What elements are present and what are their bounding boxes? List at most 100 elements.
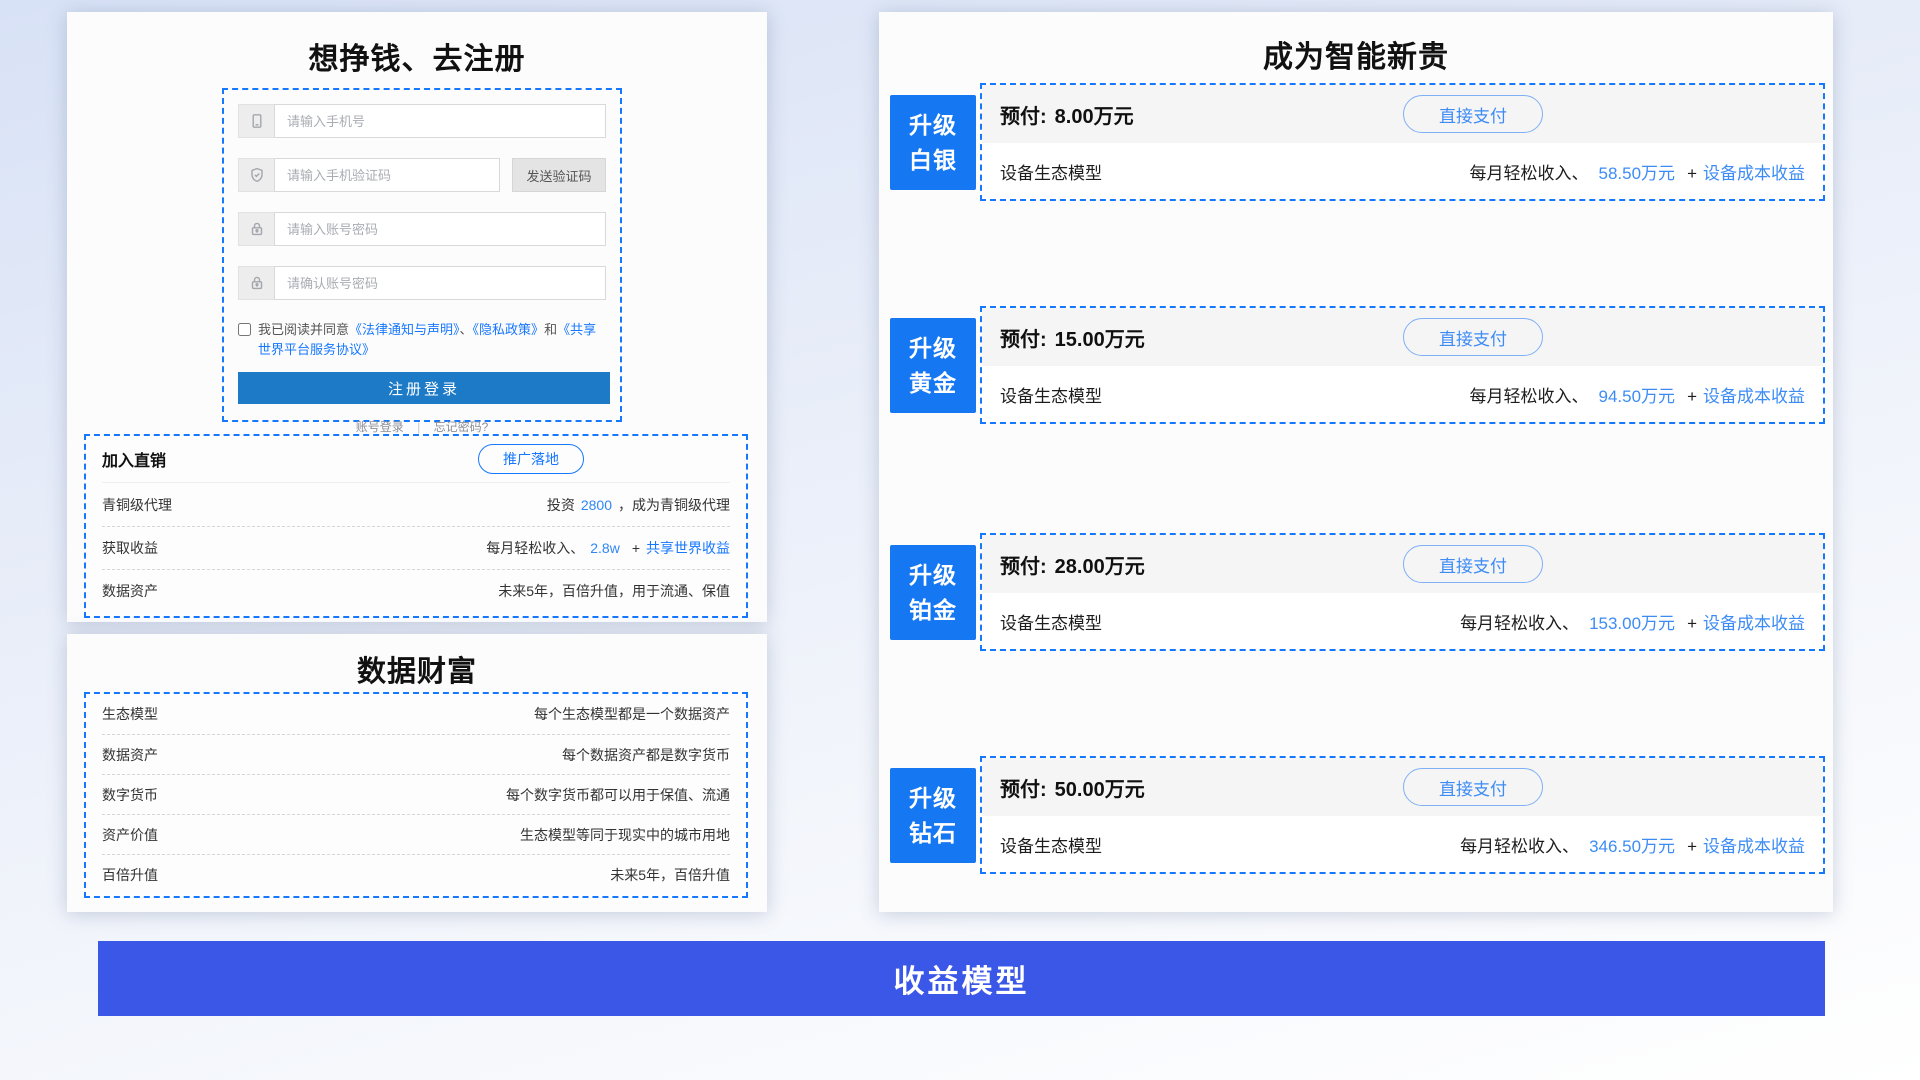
income-prefix: 每月轻松收入、 [1470,164,1589,183]
table-row: 数据资产 每个数据资产都是数字货币 [102,734,730,774]
promo-landing-button[interactable]: 推广落地 [478,444,584,474]
upgrade-card: 成为智能新贵 升级 白银 预付:8.00万元 直接支付 设备生态模型 每月轻松收… [879,12,1833,912]
legal-notice-link[interactable]: 《法律通知与声明》 [349,322,460,337]
table-row: 生态模型 每个生态模型都是一个数据资产 [102,694,730,734]
value-plus: + [632,540,640,556]
income-amount: 346.50万元 [1589,837,1675,856]
register-submit-button[interactable]: 注册登录 [238,372,610,404]
model-label: 设备生态模型 [1000,159,1102,184]
prepay-text: 预付:28.00万元 [1000,550,1145,579]
value-text: 投资 [547,497,575,513]
income-plus: + [1687,387,1697,406]
income-prefix: 每月轻松收入、 [1460,614,1579,633]
tier-badge: 升级 钻石 [890,768,976,863]
badge-line: 白银 [909,143,957,178]
income-amount: 58.50万元 [1599,164,1676,183]
prepay-amount: 50.00万元 [1055,779,1145,801]
direct-sales-row: 青铜级代理 投资2800，成为青铜级代理 [102,483,730,526]
banner-label: 收益模型 [894,956,1030,1001]
value-number: 2.8w [590,540,620,556]
device-cost-income-link[interactable]: 设备成本收益 [1703,837,1805,856]
tier-income-row: 设备生态模型 每月轻松收入、346.50万元+设备成本收益 [982,816,1823,872]
password-input[interactable] [274,212,606,246]
confirm-password-input[interactable] [274,266,606,300]
password-input-row [238,212,606,246]
send-code-button[interactable]: 发送验证码 [512,158,606,192]
value-number: 2800 [581,497,612,513]
direct-sales-header: 加入直销 推广落地 [102,436,730,483]
income-plus: + [1687,837,1697,856]
badge-line: 升级 [909,558,957,593]
income-text: 每月轻松收入、153.00万元+设备成本收益 [1460,609,1805,634]
forgot-password-link[interactable]: 忘记密码? [434,420,489,434]
direct-sales-title: 加入直销 [102,447,166,471]
register-sub-links: 账号登录 | 忘记密码? [238,418,606,435]
device-cost-income-link[interactable]: 设备成本收益 [1703,614,1805,633]
row-label: 资产价值 [102,825,158,845]
direct-pay-button[interactable]: 直接支付 [1403,545,1543,583]
direct-pay-button[interactable]: 直接支付 [1403,768,1543,806]
badge-line: 升级 [909,781,957,816]
lock-icon [238,266,274,300]
tier-diamond: 升级 钻石 预付:50.00万元 直接支付 设备生态模型 每月轻松收入、346.… [879,756,1833,874]
prepay-text: 预付: 50.00万元 [1000,773,1145,802]
agreement-checkbox[interactable] [238,323,251,336]
device-cost-income-link[interactable]: 设备成本收益 [1703,387,1805,406]
privacy-policy-link[interactable]: 《隐私政策》 [473,322,545,337]
agreement-sep: 、 [460,322,473,337]
code-input[interactable] [274,158,500,192]
tier-content: 预付:50.00万元 直接支付 设备生态模型 每月轻松收入、346.50万元+设… [980,756,1825,874]
shield-check-icon [238,158,274,192]
register-title: 想挣钱、去注册 [67,12,767,78]
account-login-link[interactable]: 账号登录 [356,420,404,434]
row-label: 数据资产 [102,745,158,765]
direct-pay-button[interactable]: 直接支付 [1403,318,1543,356]
agreement-prefix: 我已阅读并同意 [258,322,349,337]
prepay-text: 预付:8.00万元 [1000,100,1134,129]
tier-gold: 升级 黄金 预付: 15.00万元 直接支付 设备生态模型 每月轻松收入、 94.5… [879,306,1833,424]
data-wealth-card: 数据财富 生态模型 每个生态模型都是一个数据资产 数据资产 每个数据资产都是数字… [67,634,767,912]
income-text: 每月轻松收入、346.50万元+设备成本收益 [1460,832,1805,857]
device-cost-income-link[interactable]: 设备成本收益 [1703,164,1805,183]
tier-income-row: 设备生态模型 每月轻松收入、 58.50万元 + 设备成本收益 [982,143,1823,199]
prepay-amount: 28.00万元 [1055,556,1145,578]
prepay-label: 预付: [1000,106,1047,128]
agreement-row: 我已阅读并同意《法律通知与声明》、《隐私政策》和《共享世界平台服务协议》 [238,320,606,360]
shared-world-income-link[interactable]: 共享世界收益 [646,540,730,556]
row-value: 投资2800，成为青铜级代理 [547,495,730,515]
confirm-password-input-row [238,266,606,300]
model-label: 设备生态模型 [1000,382,1102,407]
row-value: 未来5年，百倍升值，用于流通、保值 [498,581,730,601]
badge-line: 升级 [909,108,957,143]
prepay-label: 预付: [1000,329,1047,351]
tier-badge: 升级 白银 [890,95,976,190]
agreement-text: 我已阅读并同意《法律通知与声明》、《隐私政策》和《共享世界平台服务协议》 [258,320,606,360]
row-value: 生态模型等同于现实中的城市用地 [520,825,730,845]
prepay-amount: 15.00万元 [1055,329,1145,351]
tier-income-row: 设备生态模型 每月轻松收入、 94.50万元 + 设备成本收益 [982,366,1823,422]
upgrade-title: 成为智能新贵 [879,12,1833,76]
income-prefix: 每月轻松收入、 [1470,387,1589,406]
tier-badge: 升级 黄金 [890,318,976,413]
income-amount: 94.50万元 [1599,387,1676,406]
value-text: 未来5年，百倍升值，用于流通、保值 [498,583,730,599]
tier-silver: 升级 白银 预付:8.00万元 直接支付 设备生态模型 每月轻松收入、 58.50… [879,83,1833,201]
phone-input[interactable] [274,104,606,138]
code-input-row: 发送验证码 [238,158,606,192]
tier-prepay-row: 预付:28.00万元 直接支付 [982,535,1823,593]
row-label: 数字货币 [102,785,158,805]
direct-pay-button[interactable]: 直接支付 [1403,95,1543,133]
register-card: 想挣钱、去注册 发送验证码 [67,12,767,622]
data-wealth-table: 生态模型 每个生态模型都是一个数据资产 数据资产 每个数据资产都是数字货币 数字… [84,692,748,898]
phone-input-row [238,104,606,138]
tier-income-row: 设备生态模型 每月轻松收入、153.00万元+设备成本收益 [982,593,1823,649]
model-label: 设备生态模型 [1000,609,1102,634]
badge-line: 升级 [909,331,957,366]
tier-prepay-row: 预付: 50.00万元 直接支付 [982,758,1823,816]
tier-content: 预付:8.00万元 直接支付 设备生态模型 每月轻松收入、 58.50万元 + 设备成… [980,83,1825,201]
direct-sales-panel: 加入直销 推广落地 青铜级代理 投资2800，成为青铜级代理 获取收益 每月轻松… [84,434,748,618]
table-row: 百倍升值 未来5年，百倍升值 [102,854,730,894]
income-plus: + [1687,164,1697,183]
prepay-label: 预付: [1000,779,1047,801]
row-label: 百倍升值 [102,865,158,885]
